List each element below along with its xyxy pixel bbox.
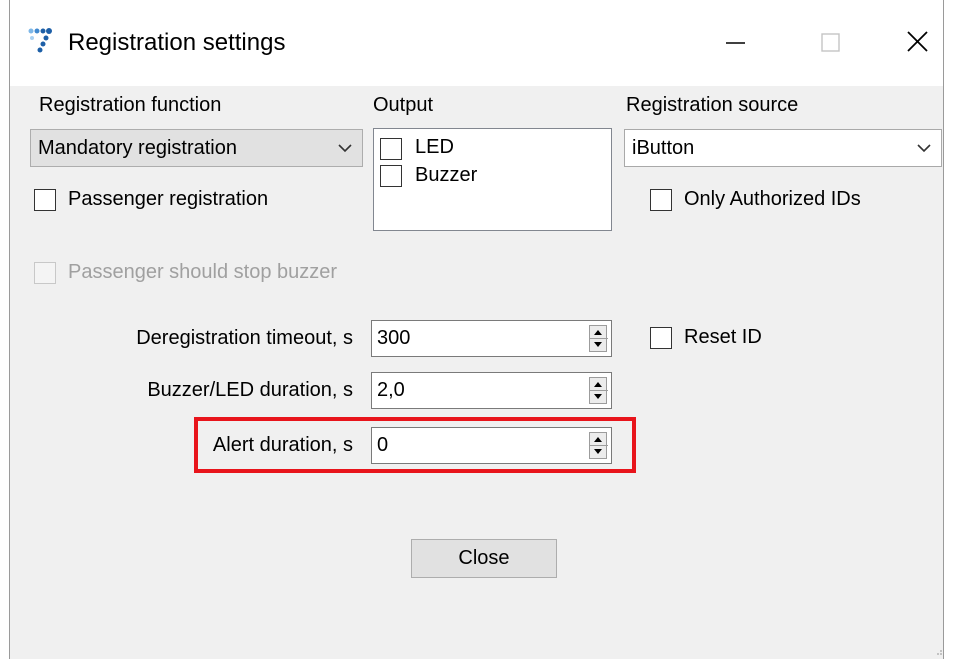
deregistration-timeout-stepper[interactable]: 300 xyxy=(371,320,612,357)
maximize-button xyxy=(802,18,858,68)
deregistration-timeout-label: Deregistration timeout, s xyxy=(136,327,353,349)
buzzer-led-duration-stepper[interactable]: 2,0 xyxy=(371,372,612,409)
passenger-registration-label: Passenger registration xyxy=(68,188,269,210)
led-checkbox[interactable] xyxy=(380,138,402,160)
output-listbox[interactable]: LED Buzzer xyxy=(373,128,612,231)
resize-grip-icon[interactable] xyxy=(933,648,943,658)
title-bar[interactable]: Registration settings xyxy=(10,0,943,86)
registration-function-label: Registration function xyxy=(39,94,222,116)
maximize-icon xyxy=(821,33,840,52)
spin-arrows[interactable] xyxy=(589,325,608,352)
chevron-down-icon xyxy=(338,144,352,153)
buzzer-checkbox[interactable] xyxy=(380,165,402,187)
spin-up-down-icon xyxy=(590,382,608,399)
passenger-stop-buzzer-label: Passenger should stop buzzer xyxy=(68,261,338,283)
registration-settings-dialog: Registration settings Registration funct… xyxy=(9,0,944,659)
buzzer-label: Buzzer xyxy=(415,164,478,186)
app-dots-icon xyxy=(28,28,52,53)
led-label: LED xyxy=(415,136,454,158)
minimize-button[interactable] xyxy=(707,18,763,68)
minimize-icon xyxy=(726,42,745,44)
spin-arrows[interactable] xyxy=(589,377,608,404)
registration-function-value: Mandatory registration xyxy=(38,137,237,159)
registration-source-label: Registration source xyxy=(626,94,799,116)
close-icon xyxy=(907,31,928,52)
deregistration-timeout-value: 300 xyxy=(377,327,411,349)
passenger-registration-checkbox[interactable] xyxy=(34,189,56,211)
registration-function-select[interactable]: Mandatory registration xyxy=(30,129,363,167)
chevron-down-icon xyxy=(917,144,931,153)
passenger-stop-buzzer-checkbox xyxy=(34,262,56,284)
buzzer-led-duration-label: Buzzer/LED duration, s xyxy=(147,379,353,401)
only-authorized-ids-label: Only Authorized IDs xyxy=(684,188,861,210)
window-title: Registration settings xyxy=(68,29,286,56)
alert-duration-highlight-box xyxy=(194,417,636,473)
registration-source-select[interactable]: iButton xyxy=(624,129,942,167)
close-window-button[interactable] xyxy=(887,18,943,68)
spin-up-down-icon xyxy=(590,330,608,347)
output-label: Output xyxy=(373,94,434,116)
reset-id-label: Reset ID xyxy=(684,326,762,348)
reset-id-checkbox[interactable] xyxy=(650,327,672,349)
close-button[interactable]: Close xyxy=(411,539,557,578)
buzzer-led-duration-value: 2,0 xyxy=(377,379,405,401)
only-authorized-ids-checkbox[interactable] xyxy=(650,189,672,211)
registration-source-value: iButton xyxy=(632,137,695,159)
